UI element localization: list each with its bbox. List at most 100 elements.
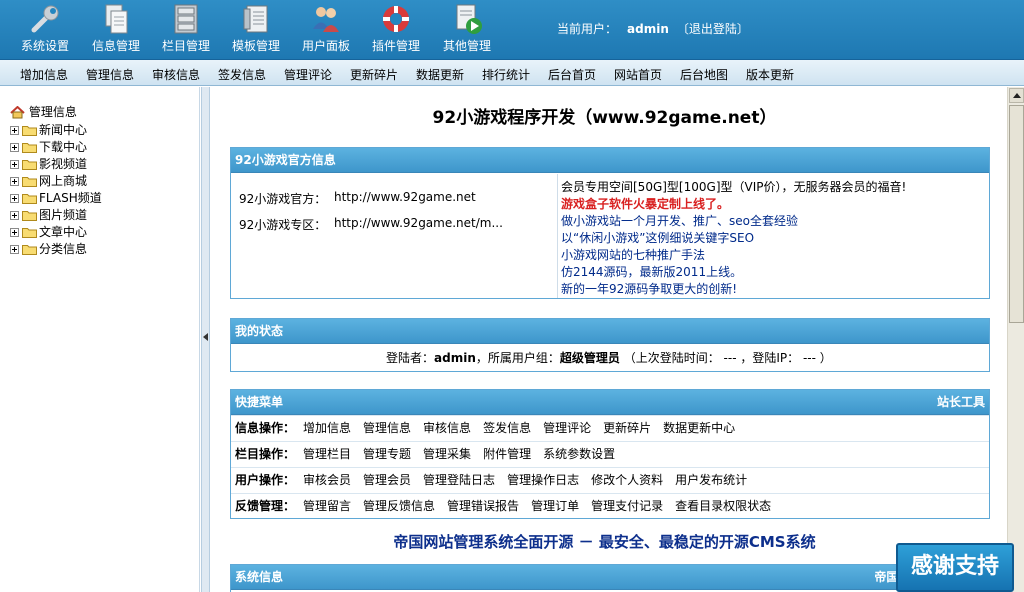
nav-info-manage[interactable]: 信息管理 (81, 0, 151, 58)
quick-link[interactable]: 审核会员 (303, 473, 351, 487)
quick-link[interactable]: 修改个人资料 (591, 473, 663, 487)
news-link[interactable]: 新的一年92源码争取更大的创新! (561, 280, 737, 297)
expand-icon[interactable] (10, 211, 19, 220)
login-user: admin (434, 351, 476, 365)
submenu-item[interactable]: 排行统计 (482, 66, 530, 83)
nav-system-settings[interactable]: 系统设置 (10, 0, 80, 58)
quick-link[interactable]: 数据更新中心 (663, 421, 735, 435)
submenu-item[interactable]: 网站首页 (614, 66, 662, 83)
thanks-support-badge[interactable]: 感谢支持 (896, 543, 1014, 592)
template-icon (243, 5, 268, 33)
quick-link[interactable]: 查看目录权限状态 (675, 499, 771, 513)
users-icon (313, 7, 339, 32)
official-info-header: 92小游戏官方信息 (231, 148, 989, 173)
submenu-item[interactable]: 数据更新 (416, 66, 464, 83)
nav-template-manage[interactable]: 模板管理 (221, 0, 291, 58)
panel-splitter[interactable] (201, 87, 210, 592)
tree-node[interactable]: 新闻中心 (10, 122, 87, 138)
nav-label: 模板管理 (231, 39, 280, 53)
tree-node[interactable]: 文章中心 (10, 224, 87, 240)
submenu-item[interactable]: 版本更新 (746, 66, 794, 83)
quick-row-label: 栏目操作： (235, 447, 296, 461)
tree-node-label: 图片频道 (39, 208, 88, 222)
expand-icon[interactable] (10, 228, 19, 237)
nav-label: 插件管理 (371, 39, 420, 53)
quick-link[interactable]: 管理错误报告 (447, 499, 519, 513)
tree-root[interactable]: 管理信息 (10, 103, 77, 120)
scroll-up-arrow-icon[interactable] (1009, 88, 1024, 103)
nav-column-manage[interactable]: 栏目管理 (151, 0, 221, 58)
submenu-item[interactable]: 更新碎片 (350, 66, 398, 83)
submenu-item[interactable]: 后台首页 (548, 66, 596, 83)
news-link[interactable]: 仿2144源码，最新版2011上线。 (561, 263, 742, 280)
news-link[interactable]: 做小游戏站一个月开发、推广、seo全套经验 (561, 212, 798, 229)
current-user-info: 当前用户： admin 〔退出登陆〕 (557, 20, 749, 37)
logout-link[interactable]: 〔退出登陆〕 (677, 22, 749, 36)
expand-icon[interactable] (10, 177, 19, 186)
quick-link[interactable]: 管理采集 (423, 447, 471, 461)
cms-slogan: 帝国网站管理系统全面开源 － 最安全、最稳定的开源CMS系统 (393, 533, 816, 551)
quick-menu-box: 快捷菜单 站长工具 信息操作： 增加信息 管理信息 审核信息 签发信息 管理评论 更新碎片 数据… (230, 389, 990, 519)
official-site-link[interactable]: http://www.92game.net (334, 190, 476, 204)
submenu-item[interactable]: 管理评论 (284, 66, 332, 83)
news-link[interactable]: 以“休闲小游戏”这例细说关键字SEO (561, 229, 754, 246)
tree-node[interactable]: 下载中心 (10, 139, 87, 155)
quick-link[interactable]: 管理反馈信息 (363, 499, 435, 513)
tree-node-label: 文章中心 (39, 225, 88, 239)
quick-row-info: 信息操作： 增加信息 管理信息 审核信息 签发信息 管理评论 更新碎片 数据更新中心 (231, 415, 989, 441)
webmaster-tools-link[interactable]: 站长工具 (937, 390, 985, 414)
tree-node-label: 下载中心 (39, 140, 88, 154)
my-status-box: 我的状态 登陆者：admin，所属用户组：超级管理员 （上次登陆时间： --- … (230, 318, 990, 372)
submenu-item[interactable]: 后台地图 (680, 66, 728, 83)
submenu-item[interactable]: 签发信息 (218, 66, 266, 83)
quick-link[interactable]: 管理评论 (543, 421, 591, 435)
tree-node[interactable]: FLASH频道 (10, 190, 102, 206)
quick-link[interactable]: 管理操作日志 (507, 473, 579, 487)
quick-link[interactable]: 增加信息 (303, 421, 351, 435)
expand-icon[interactable] (10, 245, 19, 254)
news-link[interactable]: 小游戏网站的七种推广手法 (561, 246, 705, 263)
quick-link[interactable]: 管理登陆日志 (423, 473, 495, 487)
quick-link[interactable]: 系统参数设置 (543, 447, 615, 461)
quick-link[interactable]: 管理会员 (363, 473, 411, 487)
news-link[interactable]: 会员专用空间[50G]型[100G]型（VIP价），无服务器会员的福音! (561, 178, 906, 195)
scroll-thumb[interactable] (1009, 105, 1024, 323)
quick-link[interactable]: 管理留言 (303, 499, 351, 513)
tree-node[interactable]: 网上商城 (10, 173, 87, 189)
vertical-scrollbar[interactable] (1007, 87, 1024, 592)
quick-link[interactable]: 管理支付记录 (591, 499, 663, 513)
submenu-item[interactable]: 审核信息 (152, 66, 200, 83)
quick-link[interactable]: 管理栏目 (303, 447, 351, 461)
quick-link[interactable]: 更新碎片 (603, 421, 651, 435)
quick-link[interactable]: 签发信息 (483, 421, 531, 435)
expand-icon[interactable] (10, 194, 19, 203)
username: admin (627, 22, 669, 36)
tree-node[interactable]: 图片频道 (10, 207, 87, 223)
nav-plugin-manage[interactable]: 插件管理 (361, 0, 431, 58)
quick-link[interactable]: 用户发布统计 (675, 473, 747, 487)
zone-link[interactable]: http://www.92game.net/m... (334, 216, 503, 230)
expand-icon[interactable] (10, 126, 19, 135)
quick-link[interactable]: 管理信息 (363, 421, 411, 435)
submenu-item[interactable]: 管理信息 (86, 66, 134, 83)
quick-link[interactable]: 管理专题 (363, 447, 411, 461)
system-info-box: 系统信息帝国MY (230, 564, 990, 592)
quick-link[interactable]: 审核信息 (423, 421, 471, 435)
tree-node[interactable]: 影视频道 (10, 156, 87, 172)
quick-link[interactable]: 管理订单 (531, 499, 579, 513)
nav-other-manage[interactable]: 其他管理 (432, 0, 502, 58)
quick-row-label: 信息操作： (235, 421, 296, 435)
nav-user-panel[interactable]: 用户面板 (291, 0, 361, 58)
tree-node[interactable]: 分类信息 (10, 241, 87, 257)
folder-icon (22, 160, 37, 170)
submenu-item[interactable]: 增加信息 (20, 66, 68, 83)
cabinet-icon (174, 4, 198, 34)
expand-icon[interactable] (10, 143, 19, 152)
user-group: 超级管理员 (559, 351, 620, 365)
quick-link[interactable]: 附件管理 (483, 447, 531, 461)
expand-icon[interactable] (10, 160, 19, 169)
collapse-arrow-icon[interactable] (203, 333, 208, 341)
nav-label: 其他管理 (442, 39, 491, 53)
group-label: ，所属用户组： (475, 351, 560, 365)
news-link[interactable]: 游戏盒子软件火暴定制上线了。 (561, 195, 729, 212)
